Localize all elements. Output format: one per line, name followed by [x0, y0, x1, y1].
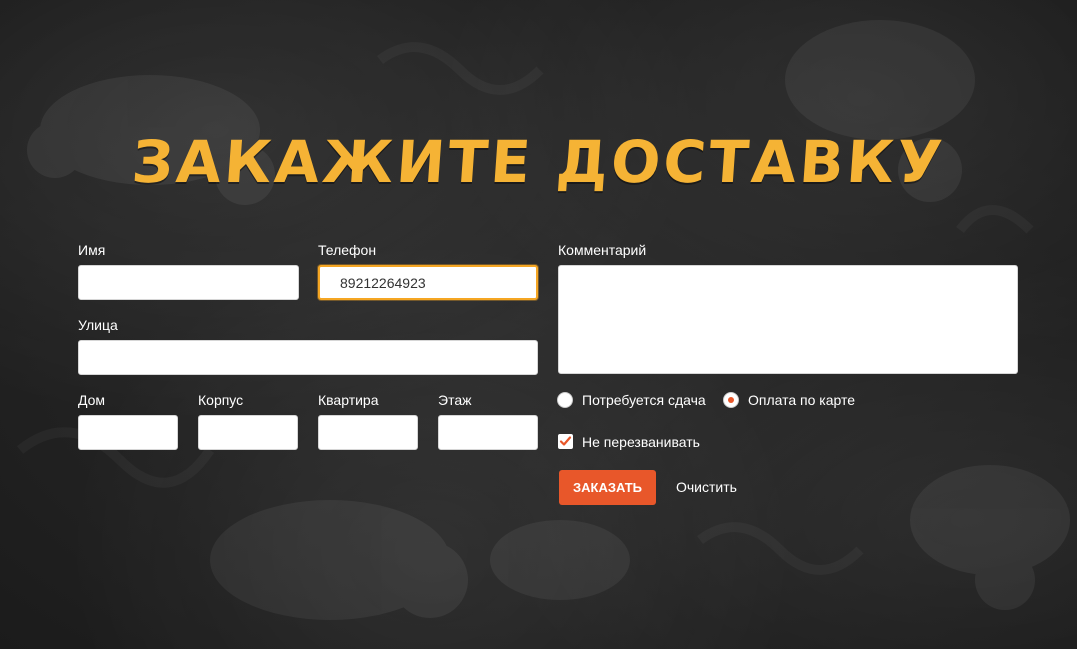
change-needed-label: Потребуется сдача: [582, 392, 706, 408]
floor-input[interactable]: [438, 415, 538, 450]
house-input[interactable]: [78, 415, 178, 450]
order-button[interactable]: ЗАКАЗАТЬ: [559, 470, 656, 505]
building-input[interactable]: [198, 415, 298, 450]
card-payment-radio[interactable]: [723, 392, 739, 408]
comment-textarea[interactable]: [558, 265, 1018, 374]
change-needed-radio[interactable]: [557, 392, 573, 408]
street-input[interactable]: [78, 340, 538, 375]
page-title: ЗАКАЖИТЕ ДОСТАВКУ: [129, 128, 948, 196]
card-payment-label: Оплата по карте: [748, 392, 856, 408]
checkmark-icon: [559, 436, 572, 446]
floor-label: Этаж: [438, 392, 472, 408]
phone-input[interactable]: [318, 265, 538, 300]
name-input[interactable]: [78, 265, 299, 300]
no-callback-label: Не перезванивать: [582, 434, 700, 450]
name-label: Имя: [78, 242, 106, 258]
house-label: Дом: [78, 392, 106, 408]
phone-label: Телефон: [318, 242, 377, 258]
street-label: Улица: [78, 317, 118, 333]
apartment-label: Квартира: [318, 392, 379, 408]
no-callback-checkbox[interactable]: [558, 434, 573, 449]
building-label: Корпус: [198, 392, 244, 408]
comment-label: Комментарий: [558, 242, 647, 258]
clear-button[interactable]: Очистить: [676, 479, 737, 495]
apartment-input[interactable]: [318, 415, 418, 450]
